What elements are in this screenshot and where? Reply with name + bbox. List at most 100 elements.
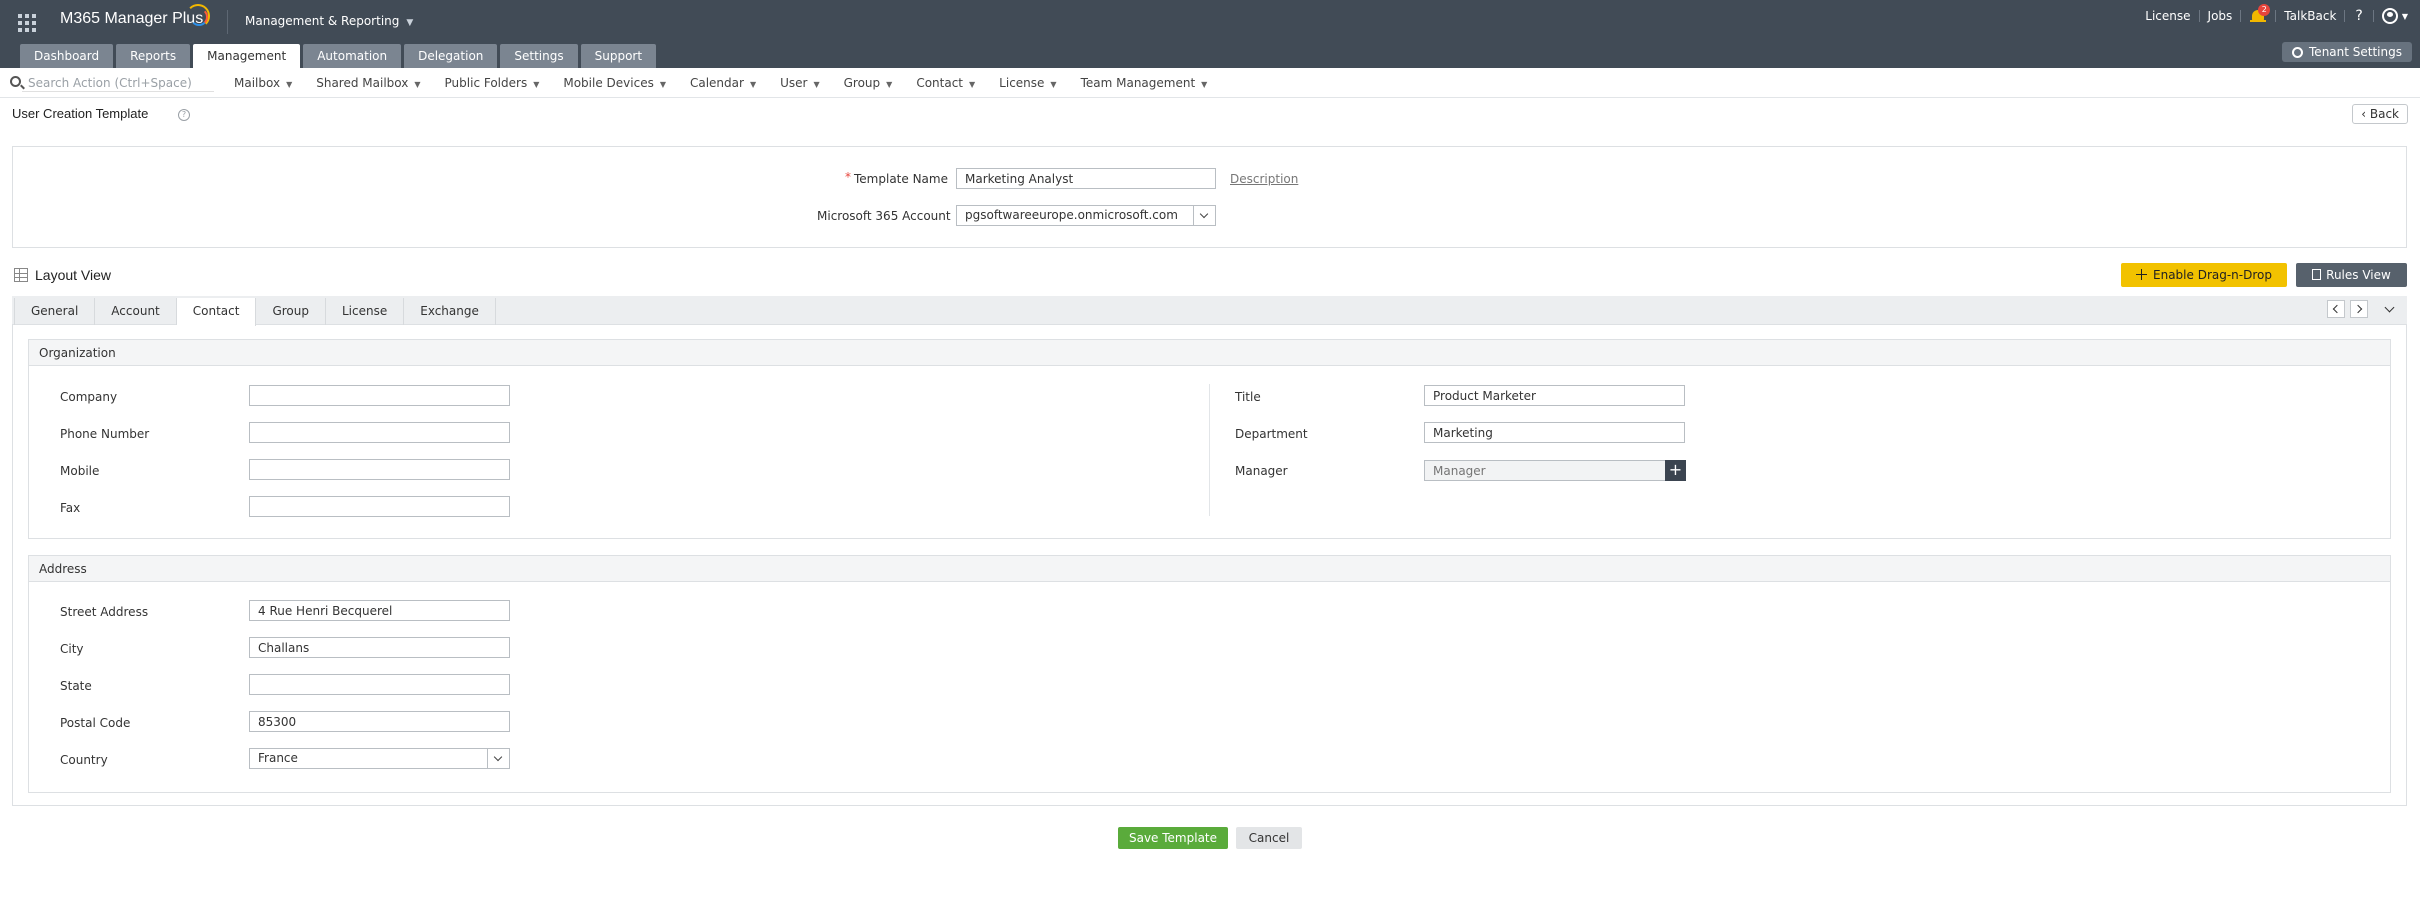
apps-grid-icon[interactable] [18,14,36,32]
caret-down-icon: ▼ [813,80,820,89]
action-menu-bar: Mailbox ▼ Shared Mailbox ▼ Public Folders ▼… [0,68,2420,98]
collapse-chevron-icon[interactable] [2383,302,2397,316]
chevron-left-icon[interactable] [2327,300,2345,318]
tab-group[interactable]: Group [256,298,326,325]
department-input[interactable] [1424,422,1685,443]
tab-license[interactable]: License [326,298,405,325]
plus-icon: + [1668,460,1683,479]
tab-management[interactable]: Management [193,44,301,68]
description-link[interactable]: Description [1230,172,1298,186]
tab-settings[interactable]: Settings [500,44,578,68]
street-address-input[interactable] [249,600,510,621]
caret-down-icon: ▼ [414,80,421,89]
title-label: Title [1235,390,1261,404]
state-input[interactable] [249,674,510,695]
template-name-input[interactable] [956,168,1216,189]
license-link[interactable]: License [2137,9,2198,23]
fax-input[interactable] [249,496,510,517]
manager-input[interactable] [1424,460,1666,481]
menu-public-folders[interactable]: Public Folders ▼ [433,68,552,98]
top-header: M365 Manager Plus Management & Reporting… [0,0,2420,68]
main-tabs: Dashboard Reports Management Automation … [20,44,657,68]
tab-support[interactable]: Support [580,44,657,68]
menu-group[interactable]: Group ▼ [832,68,905,98]
tab-account[interactable]: Account [95,298,177,325]
menu-license[interactable]: License ▼ [987,68,1068,98]
notification-badge: 2 [2258,4,2271,16]
menu-user[interactable]: User ▼ [768,68,832,98]
module-selector-label: Management & Reporting [245,14,400,28]
microsoft-365-account-label: Microsoft 365 Account [817,209,951,223]
city-input[interactable] [249,637,510,658]
header-utility-links: License Jobs 2 TalkBack ? ▼ [2137,4,2408,28]
mobile-input[interactable] [249,459,510,480]
layout-grid-icon [14,268,28,282]
menu-shared-mailbox-label: Shared Mailbox [316,76,409,90]
cancel-button[interactable]: Cancel [1236,827,1302,849]
search-icon[interactable] [10,76,21,87]
chevron-right-icon[interactable] [2350,300,2368,318]
move-icon [2136,269,2148,280]
header-divider [227,10,228,34]
company-label: Company [60,390,118,404]
required-asterisk: * [845,170,851,184]
tab-contact[interactable]: Contact [176,298,257,326]
postal-code-input[interactable] [249,711,510,732]
tab-reports[interactable]: Reports [116,44,191,68]
department-label: Department [1235,427,1308,441]
manager-label: Manager [1235,464,1288,478]
add-manager-button[interactable]: + [1665,460,1686,481]
menu-contact[interactable]: Contact ▼ [904,68,987,98]
phone-number-input[interactable] [249,422,510,443]
bell-icon[interactable]: 2 [2249,4,2271,25]
enable-drag-n-drop-button[interactable]: Enable Drag-n-Drop [2121,263,2287,287]
menu-mobile-devices[interactable]: Mobile Devices ▼ [551,68,678,98]
title-input[interactable] [1424,385,1685,406]
tab-general[interactable]: General [14,298,96,325]
user-icon[interactable] [2381,8,2398,24]
menu-shared-mailbox[interactable]: Shared Mailbox ▼ [304,68,432,98]
template-details-panel [12,146,2407,248]
back-button-label: Back [2369,107,2399,121]
country-select[interactable]: France [249,748,510,769]
app-logo-text[interactable]: M365 Manager Plus [60,10,203,28]
chevron-down-icon[interactable] [487,749,509,768]
tenant-settings-button[interactable]: Tenant Settings [2282,42,2412,62]
search-action-input[interactable] [22,74,214,92]
rules-view-button[interactable]: Rules View [2296,263,2407,287]
caret-down-icon: ▼ [969,80,976,89]
organization-section-title: Organization [29,340,2390,366]
layout-tabs: General Account Contact Group License Ex… [14,298,496,326]
city-label: City [60,642,84,656]
tab-delegation[interactable]: Delegation [404,44,498,68]
address-section-title: Address [29,556,2390,582]
save-template-button[interactable]: Save Template [1118,827,1228,849]
module-selector[interactable]: Management & Reporting ▼ [245,14,413,28]
help-icon[interactable]: ? [178,109,190,121]
help-question-icon[interactable]: ? [2345,8,2372,24]
logo-arc-inner-icon [190,8,208,26]
street-address-label: Street Address [60,605,149,619]
menu-calendar[interactable]: Calendar ▼ [678,68,768,98]
menu-mailbox[interactable]: Mailbox ▼ [222,68,304,98]
link-separator [2372,10,2374,22]
menu-team-management[interactable]: Team Management ▼ [1069,68,1220,98]
talkback-link[interactable]: TalkBack [2276,9,2344,23]
tab-dashboard[interactable]: Dashboard [20,44,114,68]
menu-license-label: License [999,76,1045,90]
company-input[interactable] [249,385,510,406]
caret-down-icon: ▼ [533,80,540,89]
back-button[interactable]: ‹ Back [2352,104,2408,124]
jobs-link[interactable]: Jobs [2200,9,2241,23]
microsoft-365-account-select[interactable]: pgsoftwareeurope.onmicrosoft.com [956,205,1216,226]
chevron-down-icon: ▼ [406,18,414,28]
caret-down-icon: ▼ [286,80,293,89]
tab-exchange[interactable]: Exchange [404,298,496,325]
caret-down-icon: ▼ [749,80,757,89]
action-menus: Mailbox ▼ Shared Mailbox ▼ Public Folders ▼… [222,68,1219,98]
tab-automation[interactable]: Automation [303,44,402,68]
layout-view-title: Layout View [35,267,112,283]
chevron-down-icon[interactable] [1193,206,1215,225]
chevron-down-icon[interactable]: ▼ [2402,12,2408,21]
phone-number-label: Phone Number [60,427,150,441]
